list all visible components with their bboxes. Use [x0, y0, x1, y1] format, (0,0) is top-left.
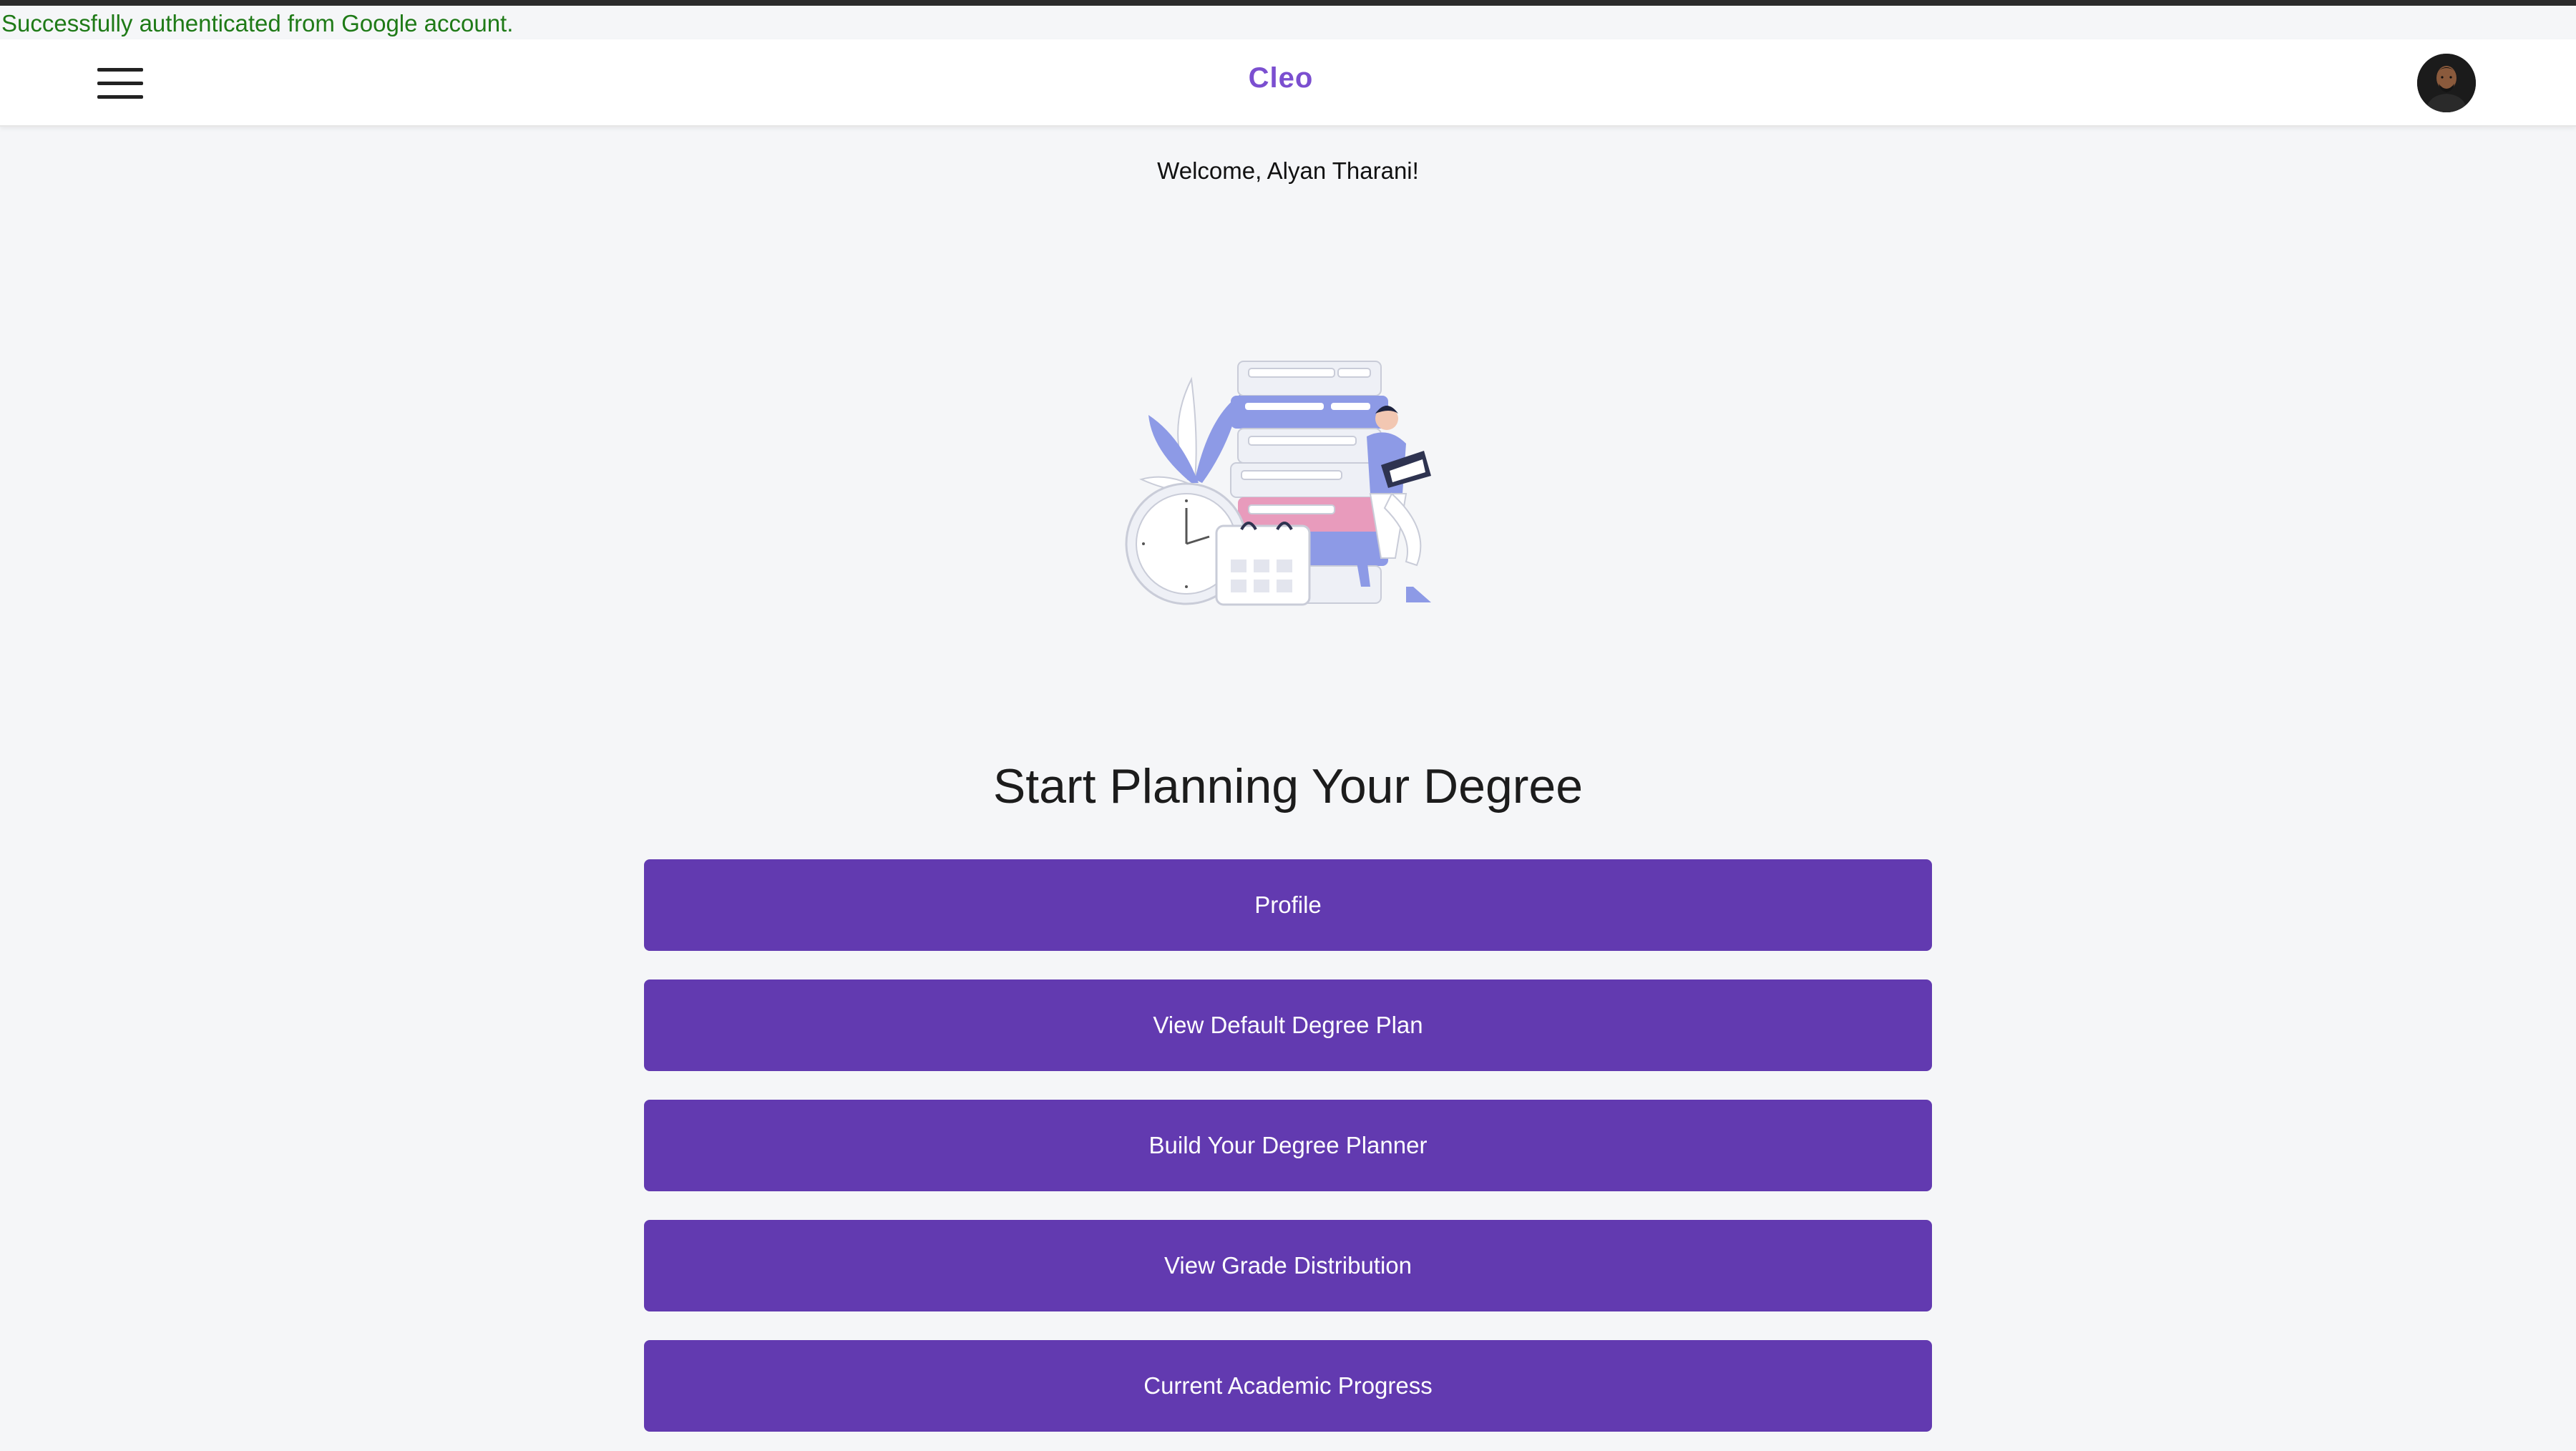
hamburger-line [97, 95, 143, 99]
view-grade-distribution-button[interactable]: View Grade Distribution [644, 1220, 1932, 1311]
navbar: Cleo [0, 39, 2576, 127]
page-heading: Start Planning Your Degree [992, 759, 1584, 814]
auth-success-message: Successfully authenticated from Google a… [1, 10, 514, 36]
study-illustration [1123, 329, 1453, 615]
brand-logo[interactable]: Cleo [0, 62, 2562, 94]
current-academic-progress-button[interactable]: Current Academic Progress [644, 1340, 1932, 1432]
window-top-border [0, 0, 2576, 6]
avatar-photo-icon [2417, 54, 2476, 112]
user-avatar[interactable] [2417, 54, 2476, 112]
profile-button[interactable]: Profile [644, 859, 1932, 951]
view-default-degree-plan-button[interactable]: View Default Degree Plan [644, 979, 1932, 1071]
build-degree-planner-button[interactable]: Build Your Degree Planner [644, 1100, 1932, 1191]
welcome-message: Welcome, Alyan Tharani! [1157, 157, 1419, 184]
